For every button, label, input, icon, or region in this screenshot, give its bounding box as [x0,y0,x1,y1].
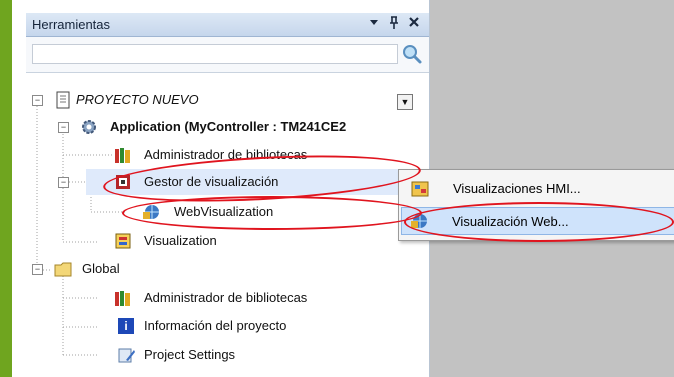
visualization-screen-icon [114,232,132,250]
hmi-visualizations-label: Visualizaciones HMI... [453,181,581,196]
library-manager-label: Administrador de bibliotecas [144,147,308,162]
library-books-icon [114,289,132,307]
info-icon: i [118,318,134,334]
hmi-visualization-icon [411,180,429,198]
project-settings-label: Project Settings [144,347,236,362]
collapse-icon[interactable]: − [58,122,69,133]
project-tree: − PROYECTO NUEVO ▼ − Application (MyCont… [26,80,429,377]
library-books-icon [114,146,132,164]
global-label: Global [82,261,120,276]
web-visualization-icon [410,212,428,230]
project-file-icon [54,91,72,109]
menu-item-web-visualization[interactable]: Visualización Web... [401,207,674,235]
tree-item-project[interactable]: − PROYECTO NUEVO ▼ [26,87,429,113]
collapse-icon[interactable]: − [58,177,69,188]
tree-item-global[interactable]: − Global [26,256,429,282]
web-visualization-icon [142,203,160,221]
tree-item-web-visualization[interactable]: WebVisualization [26,199,429,225]
menu-item-hmi-visualizations[interactable]: Visualizaciones HMI... [401,175,674,203]
panel-header: Herramientas [26,13,429,37]
project-name: PROYECTO NUEVO [76,92,199,107]
settings-edit-icon [118,346,136,364]
tree-item-library-manager-global[interactable]: Administrador de bibliotecas [26,285,429,311]
tools-panel: Herramientas − PROYECTO NUEVO ▼ − Applic… [26,0,430,377]
folder-icon [54,260,72,278]
tree-item-visualization[interactable]: Visualization [26,228,429,254]
visualization-manager-icon [114,173,132,191]
collapse-icon[interactable]: − [32,95,43,106]
tree-item-project-info[interactable]: i Información del proyecto [26,313,429,339]
application-label: Application (MyController : TM241CE2 [110,119,347,134]
tree-item-project-settings[interactable]: Project Settings [26,342,429,368]
web-visualization-menu-label: Visualización Web... [452,214,569,229]
library-manager-global-label: Administrador de bibliotecas [144,290,308,305]
tree-item-library-manager[interactable]: Administrador de bibliotecas [26,142,429,168]
web-visualization-label: WebVisualization [174,204,274,219]
left-accent-strip [0,0,12,377]
project-info-label: Información del proyecto [144,318,287,333]
panel-title: Herramientas [32,17,111,32]
visualization-manager-label: Gestor de visualización [144,174,279,189]
panel-menu-dropdown-icon[interactable] [366,16,382,32]
tree-item-application[interactable]: − Application (MyController : TM241CE2 [26,114,429,140]
context-menu: Visualizaciones HMI... Visualización Web… [398,169,674,241]
gear-icon [80,118,98,136]
search-input[interactable] [32,44,398,64]
left-gutter [12,0,26,377]
tree-item-visualization-manager[interactable]: − Gestor de visualización [58,169,420,195]
pin-icon[interactable] [386,16,402,32]
tree-options-dropdown[interactable]: ▼ [397,94,413,110]
search-icon[interactable] [400,42,424,66]
collapse-icon[interactable]: − [32,264,43,275]
close-panel-button[interactable] [406,16,422,32]
search-row [26,37,429,73]
visualization-label: Visualization [144,233,217,248]
